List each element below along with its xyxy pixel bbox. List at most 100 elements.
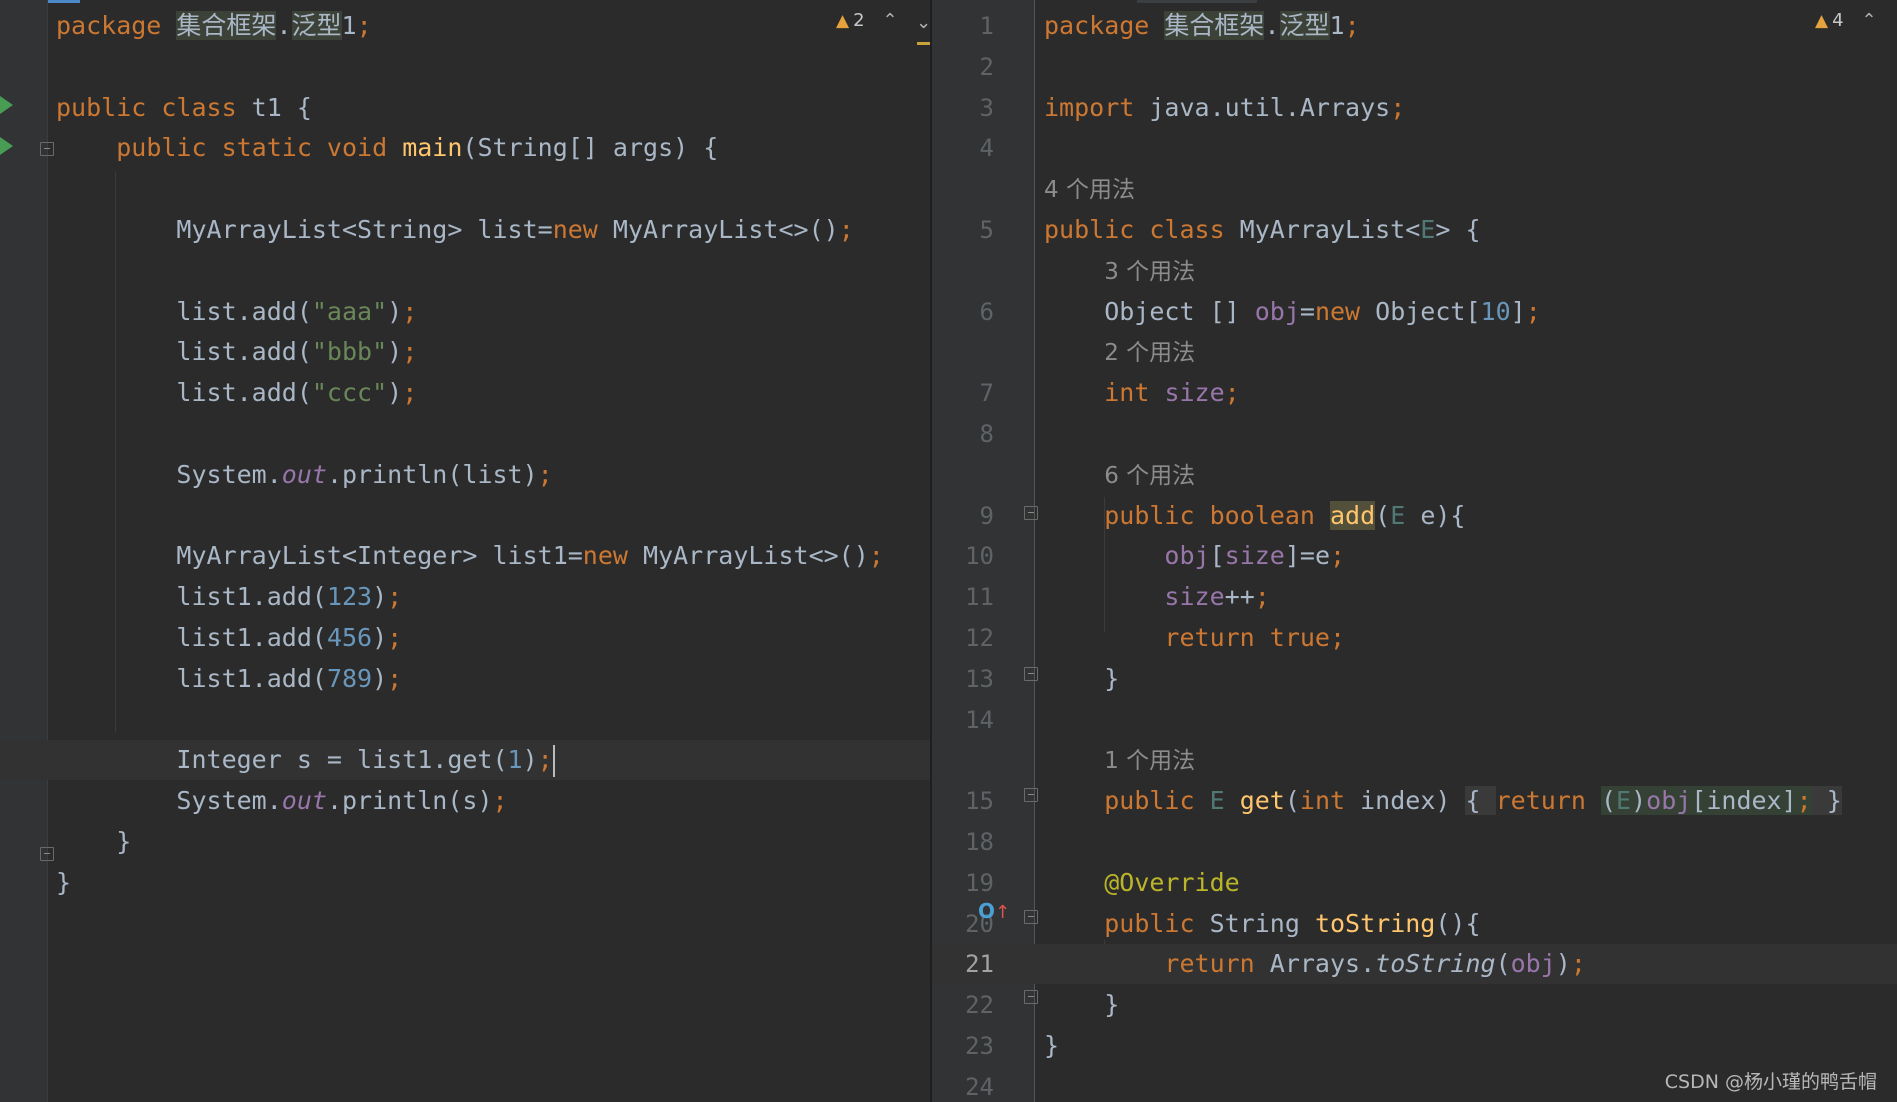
line-number[interactable]: 21 bbox=[932, 944, 994, 984]
code-text[interactable]: size++; bbox=[1044, 577, 1269, 617]
code-line[interactable]: 18 bbox=[932, 822, 1897, 862]
code-line[interactable] bbox=[0, 414, 932, 454]
code-text[interactable]: 2 个用法 bbox=[1044, 332, 1195, 373]
code-line[interactable]: } bbox=[0, 822, 932, 862]
code-line[interactable]: 12 return true; bbox=[932, 618, 1897, 658]
next-highlight-icon[interactable]: ⌃ bbox=[916, 10, 931, 31]
code-line[interactable]: 11 size++; bbox=[932, 577, 1897, 617]
code-text[interactable]: public boolean add(E e){ bbox=[1044, 496, 1466, 536]
code-line[interactable]: 1 package 集合框架.泛型1; bbox=[932, 6, 1897, 46]
code-text[interactable]: public static void main(String[] args) { bbox=[56, 128, 718, 168]
line-number[interactable]: 24 bbox=[932, 1067, 994, 1102]
code-line[interactable]: 14 bbox=[932, 700, 1897, 740]
code-line[interactable]: 4 bbox=[932, 128, 1897, 168]
prev-highlight-icon[interactable]: ⌃ bbox=[883, 10, 898, 31]
line-number[interactable]: 6 bbox=[932, 292, 994, 332]
line-number[interactable]: 7 bbox=[932, 373, 994, 413]
code-line[interactable]: System.out.println(s); bbox=[0, 781, 932, 821]
code-text[interactable]: list.add("bbb"); bbox=[56, 332, 417, 372]
warnings-indicator[interactable]: ▲ 2 ⌃ ⌃ bbox=[836, 10, 931, 31]
code-line[interactable]: list.add("bbb"); bbox=[0, 332, 932, 372]
code-line[interactable]: 9 public boolean add(E e){ bbox=[932, 496, 1897, 536]
code-line[interactable]: 1 个用法 bbox=[932, 740, 1897, 780]
code-line[interactable]: package 集合框架.泛型1; bbox=[0, 6, 932, 46]
code-line[interactable]: 22 } bbox=[932, 985, 1897, 1025]
fold-get-icon[interactable] bbox=[1024, 788, 1038, 802]
line-number[interactable]: 4 bbox=[932, 128, 994, 168]
code-text[interactable]: 3 个用法 bbox=[1044, 251, 1195, 292]
code-line[interactable]: list.add("aaa"); bbox=[0, 292, 932, 332]
line-number[interactable]: 2 bbox=[932, 47, 994, 87]
code-line[interactable]: MyArrayList<String> list=new MyArrayList… bbox=[0, 210, 932, 250]
usages-hint[interactable]: 4 个用法 bbox=[1044, 177, 1135, 203]
code-line[interactable]: 8 bbox=[932, 414, 1897, 454]
fold-add-end-icon[interactable] bbox=[1024, 667, 1038, 681]
code-line[interactable] bbox=[0, 47, 932, 87]
code-text[interactable]: 6 个用法 bbox=[1044, 455, 1195, 496]
code-text[interactable]: @Override bbox=[1044, 863, 1239, 903]
code-line[interactable]: 21 return Arrays.toString(obj); bbox=[932, 944, 1897, 985]
run-class-icon[interactable] bbox=[0, 96, 13, 114]
right-editor-pane[interactable]: 1 package 集合框架.泛型1; 2 3 import java.util.Arr… bbox=[932, 0, 1897, 1102]
code-text[interactable]: Object [] obj=new Object[10]; bbox=[1044, 292, 1541, 332]
fold-add-icon[interactable] bbox=[1024, 506, 1038, 520]
fold-end-icon[interactable] bbox=[40, 847, 54, 861]
code-text[interactable]: MyArrayList<Integer> list1=new MyArrayLi… bbox=[56, 536, 883, 576]
code-line[interactable]: System.out.println(list); bbox=[0, 455, 932, 495]
code-line[interactable]: 10 obj[size]=e; bbox=[932, 536, 1897, 576]
line-number[interactable]: 13 bbox=[932, 659, 994, 699]
usages-hint[interactable]: 3 个用法 bbox=[1104, 259, 1195, 285]
code-line[interactable]: 5 public class MyArrayList<E> { bbox=[932, 210, 1897, 250]
code-text[interactable]: list.add("aaa"); bbox=[56, 292, 417, 332]
code-text[interactable]: MyArrayList<String> list=new MyArrayList… bbox=[56, 210, 853, 250]
line-number[interactable]: 11 bbox=[932, 577, 994, 617]
code-text[interactable]: System.out.println(s); bbox=[56, 781, 507, 821]
line-number[interactable]: 3 bbox=[932, 88, 994, 128]
code-line[interactable]: 7 int size; bbox=[932, 373, 1897, 413]
code-text[interactable]: } bbox=[1044, 659, 1119, 699]
prev-highlight-icon[interactable]: ⌃ bbox=[1862, 10, 1877, 31]
code-line[interactable]: list1.add(123); bbox=[0, 577, 932, 617]
line-number[interactable]: 22 bbox=[932, 985, 994, 1025]
code-line[interactable]: 6 个用法 bbox=[932, 455, 1897, 495]
code-line[interactable]: 2 bbox=[932, 47, 1897, 87]
override-method-icon[interactable]: O↑ bbox=[978, 899, 1010, 923]
code-line[interactable]: list1.add(456); bbox=[0, 618, 932, 658]
code-line[interactable] bbox=[0, 700, 932, 740]
code-text[interactable]: int size; bbox=[1044, 373, 1240, 413]
code-line[interactable]: list.add("ccc"); bbox=[0, 373, 932, 413]
usages-hint[interactable]: 1 个用法 bbox=[1104, 748, 1195, 774]
code-line[interactable] bbox=[0, 169, 932, 209]
code-line[interactable] bbox=[0, 496, 932, 536]
code-line[interactable]: 6 Object [] obj=new Object[10]; bbox=[932, 292, 1897, 332]
usages-hint[interactable]: 6 个用法 bbox=[1104, 463, 1195, 489]
code-text[interactable]: list1.add(456); bbox=[56, 618, 402, 658]
usages-hint[interactable]: 2 个用法 bbox=[1104, 340, 1195, 366]
code-text[interactable]: } bbox=[1044, 1026, 1059, 1066]
code-text[interactable]: public E get(int index) { return (E)obj[… bbox=[1044, 781, 1842, 821]
line-number[interactable]: 10 bbox=[932, 536, 994, 576]
code-line[interactable]: 13 } bbox=[932, 659, 1897, 699]
fold-main-icon[interactable] bbox=[40, 142, 54, 156]
code-text[interactable]: list.add("ccc"); bbox=[56, 373, 417, 413]
code-line[interactable]: 23} bbox=[932, 1026, 1897, 1066]
code-text[interactable]: return true; bbox=[1044, 618, 1345, 658]
line-number[interactable]: 1 bbox=[932, 6, 994, 46]
line-number[interactable]: 14 bbox=[932, 700, 994, 740]
code-line[interactable]: 2 个用法 bbox=[932, 332, 1897, 372]
line-number[interactable]: 15 bbox=[932, 781, 994, 821]
code-line[interactable]: list1.add(789); bbox=[0, 659, 932, 699]
code-line[interactable]: MyArrayList<Integer> list1=new MyArrayLi… bbox=[0, 536, 932, 576]
line-number[interactable]: 23 bbox=[932, 1026, 994, 1066]
fold-tostring-icon[interactable] bbox=[1024, 910, 1038, 924]
run-main-icon[interactable] bbox=[0, 137, 13, 155]
code-text[interactable]: import java.util.Arrays; bbox=[1044, 88, 1405, 128]
code-line[interactable]: 3 import java.util.Arrays; bbox=[932, 88, 1897, 128]
line-number[interactable]: 5 bbox=[932, 210, 994, 250]
code-text[interactable]: } bbox=[56, 863, 71, 903]
code-line[interactable]: public static void main(String[] args) { bbox=[0, 128, 932, 168]
code-line[interactable]: Integer s = list1.get(1); bbox=[0, 740, 932, 781]
code-text[interactable]: public class t1 { bbox=[56, 88, 312, 128]
code-line[interactable]: 19 @Override bbox=[932, 863, 1897, 903]
code-text[interactable]: list1.add(123); bbox=[56, 577, 402, 617]
